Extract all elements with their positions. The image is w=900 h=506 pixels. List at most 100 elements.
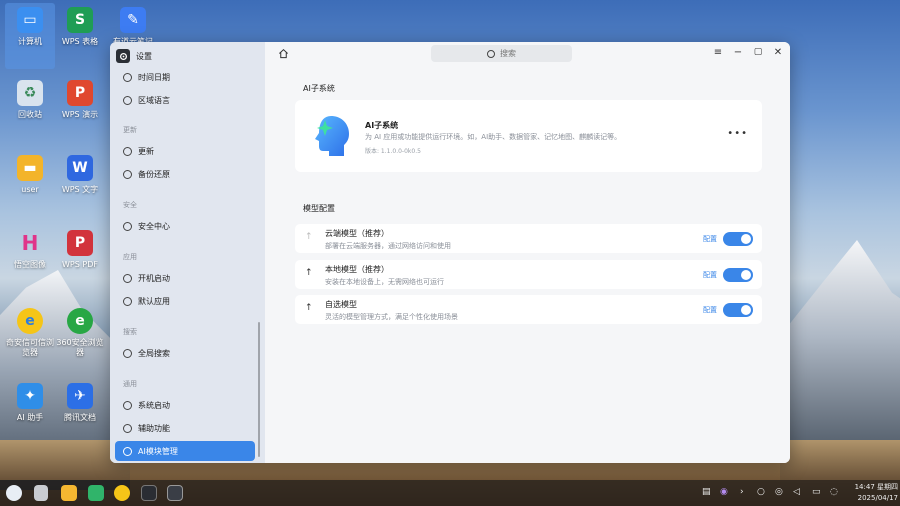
wps-writer-icon: W <box>67 155 93 181</box>
file-manager-icon[interactable] <box>61 485 77 501</box>
config-button[interactable]: 配置 <box>703 305 717 315</box>
sidebar-item-ai-module[interactable]: AI模块管理 <box>115 441 255 461</box>
desktop-icon-computer[interactable]: ▭ 计算机 <box>5 3 55 69</box>
desktop-icon-wps-sheet[interactable]: S WPS 表格 <box>55 7 105 47</box>
notification-icon[interactable]: ◌ <box>830 487 838 497</box>
multitask-view-icon[interactable] <box>34 485 48 501</box>
desktop-icon-youdao-note[interactable]: ✎ 有道云笔记 <box>108 7 158 47</box>
model-row-cloud: ↑ 云端模型（推荐） 部署在云端服务器，通过网络访问和使用 配置 <box>295 224 762 253</box>
computer-icon: ▭ <box>17 7 43 33</box>
desktop-icon-tencent-docs[interactable]: ✈ 腾讯文档 <box>55 383 105 423</box>
sidebar-header-general: 通用 <box>123 380 137 388</box>
settings-app-icon <box>116 49 130 63</box>
cloud-model-toggle[interactable] <box>723 232 753 246</box>
desktop-icon-ai-assistant[interactable]: ✦ AI 助手 <box>5 383 55 423</box>
sidebar-item-system-boot[interactable]: 系统启动 <box>115 395 255 415</box>
autostart-icon <box>123 273 132 283</box>
model-section-title: 模型配置 <box>303 204 335 213</box>
note-icon: ✎ <box>120 7 146 33</box>
clipboard-icon[interactable]: ▤ <box>702 487 711 497</box>
sidebar-item-backup[interactable]: 备份还原 <box>115 164 255 184</box>
desktop-icon-image-app[interactable]: H 悟空图像 <box>5 230 55 270</box>
keyboard-icon[interactable]: ▭ <box>812 487 821 497</box>
sidebar-item-autostart[interactable]: 开机启动 <box>115 268 255 288</box>
settings-taskbar-icon[interactable] <box>167 485 183 501</box>
menu-icon[interactable]: ≡ <box>712 47 724 58</box>
wps-slides-icon: P <box>67 80 93 106</box>
sidebar-item-region-language[interactable]: 区域语言 <box>115 90 255 110</box>
sidebar-item-accessibility[interactable]: 辅助功能 <box>115 418 255 438</box>
app-store-icon[interactable] <box>88 485 104 501</box>
start-menu-icon[interactable] <box>6 485 22 501</box>
ai-subsystem-version: 版本: 1.1.0.0-0k0.5 <box>365 148 421 155</box>
desktop-icon-user-folder[interactable]: ▬ user <box>5 155 55 195</box>
sidebar-item-update[interactable]: 更新 <box>115 141 255 161</box>
window-title: 设置 <box>116 48 152 64</box>
arrow-up-icon[interactable]: ↑ <box>305 268 313 278</box>
desktop-icon-wps-writer[interactable]: W WPS 文字 <box>55 155 105 195</box>
trash-icon: ♻ <box>17 80 43 106</box>
tray-app-icon[interactable]: ◉ <box>720 487 728 497</box>
desktop-icon-browser-360[interactable]: e 360安全浏览器 <box>55 308 105 358</box>
tray-expand-icon[interactable]: › <box>740 487 744 497</box>
wps-pdf-icon: P <box>67 230 93 256</box>
clock-icon <box>123 72 132 82</box>
sidebar-header-update: 更新 <box>123 126 137 134</box>
taskbar: ▤ ◉ › ○ ◎ ◁ ▭ ◌ 14:47 星期四 2025/04/17 <box>0 480 900 506</box>
ai-tray-icon[interactable]: ◎ <box>775 487 783 497</box>
maximize-icon[interactable]: ▢ <box>752 47 764 57</box>
desktop-icon-wps-pdf[interactable]: P WPS PDF <box>55 230 105 270</box>
image-app-icon: H <box>21 231 39 255</box>
desktop-icon-wps-slides[interactable]: P WPS 演示 <box>55 80 105 120</box>
close-icon[interactable]: ✕ <box>772 47 784 58</box>
sidebar-item-security-center[interactable]: 安全中心 <box>115 216 255 236</box>
terminal-icon[interactable] <box>141 485 157 501</box>
browser-taskbar-icon[interactable] <box>114 485 130 501</box>
accessibility-icon <box>123 423 132 433</box>
local-model-toggle[interactable] <box>723 268 753 282</box>
more-options-icon[interactable]: ••• <box>727 128 748 139</box>
ai-section-title: AI子系统 <box>303 84 335 93</box>
browser-360-icon: e <box>67 308 93 334</box>
backup-icon <box>123 169 132 179</box>
sidebar-item-datetime[interactable]: 时间日期 <box>115 67 255 87</box>
home-icon[interactable] <box>278 48 290 60</box>
tencent-docs-icon: ✈ <box>67 383 93 409</box>
minimize-icon[interactable]: − <box>732 47 744 58</box>
config-button[interactable]: 配置 <box>703 270 717 280</box>
desktop-icon-browser[interactable]: e 奇安信可信浏览器 <box>5 308 55 358</box>
sidebar-item-default-apps[interactable]: 默认应用 <box>115 291 255 311</box>
grid-icon <box>123 296 132 306</box>
sidebar-item-global-search[interactable]: 全局搜索 <box>115 343 255 363</box>
boot-icon <box>123 400 132 410</box>
arrow-up-icon[interactable]: ↑ <box>305 232 313 242</box>
sidebar-header-security: 安全 <box>123 201 137 209</box>
sidebar-header-search: 搜索 <box>123 328 137 336</box>
shield-icon <box>123 221 132 231</box>
topbar: 搜索 ≡ − ▢ ✕ <box>265 42 790 66</box>
ai-assistant-icon: ✦ <box>17 383 43 409</box>
clock[interactable]: 14:47 星期四 2025/04/17 <box>844 482 898 504</box>
sidebar-scrollbar[interactable] <box>258 322 260 457</box>
search-input[interactable]: 搜索 <box>431 45 572 62</box>
ai-subsystem-card: AI子系统 为 AI 应用或功能提供运行环境。如，AI助手、数据管家、记忆地图、… <box>295 100 762 172</box>
ai-subsystem-desc: 为 AI 应用或功能提供运行环境。如，AI助手、数据管家、记忆地图、麒麟读记等。 <box>365 133 622 141</box>
browser-icon: e <box>17 308 43 334</box>
volume-icon[interactable]: ◁ <box>793 487 800 497</box>
model-row-custom: ↑ 自选模型 灵活的模型管理方式，满足个性化使用场景 配置 <box>295 295 762 324</box>
config-button[interactable]: 配置 <box>703 234 717 244</box>
search-icon <box>123 348 132 358</box>
settings-sidebar: 设置 时间日期 区域语言 更新 更新 备份还原 安全 安全中心 应用 开机启动 … <box>110 42 265 463</box>
model-row-local: ↑ 本地模型（推荐） 安装在本地设备上，无需网络也可运行 配置 <box>295 260 762 289</box>
settings-window: 设置 时间日期 区域语言 更新 更新 备份还原 安全 安全中心 应用 开机启动 … <box>110 42 790 463</box>
arrow-up-icon[interactable]: ↑ <box>305 303 313 313</box>
refresh-icon <box>123 146 132 156</box>
custom-model-toggle[interactable] <box>723 303 753 317</box>
sidebar-header-apps: 应用 <box>123 253 137 261</box>
search-tray-icon[interactable]: ○ <box>757 487 765 497</box>
ai-head-icon <box>315 116 349 156</box>
folder-icon: ▬ <box>17 155 43 181</box>
desktop-icon-trash[interactable]: ♻ 回收站 <box>5 80 55 120</box>
settings-main: 搜索 ≡ − ▢ ✕ AI子系统 AI子系统 为 AI 应用或功能提供运行环境。… <box>265 42 790 463</box>
wps-sheet-icon: S <box>67 7 93 33</box>
